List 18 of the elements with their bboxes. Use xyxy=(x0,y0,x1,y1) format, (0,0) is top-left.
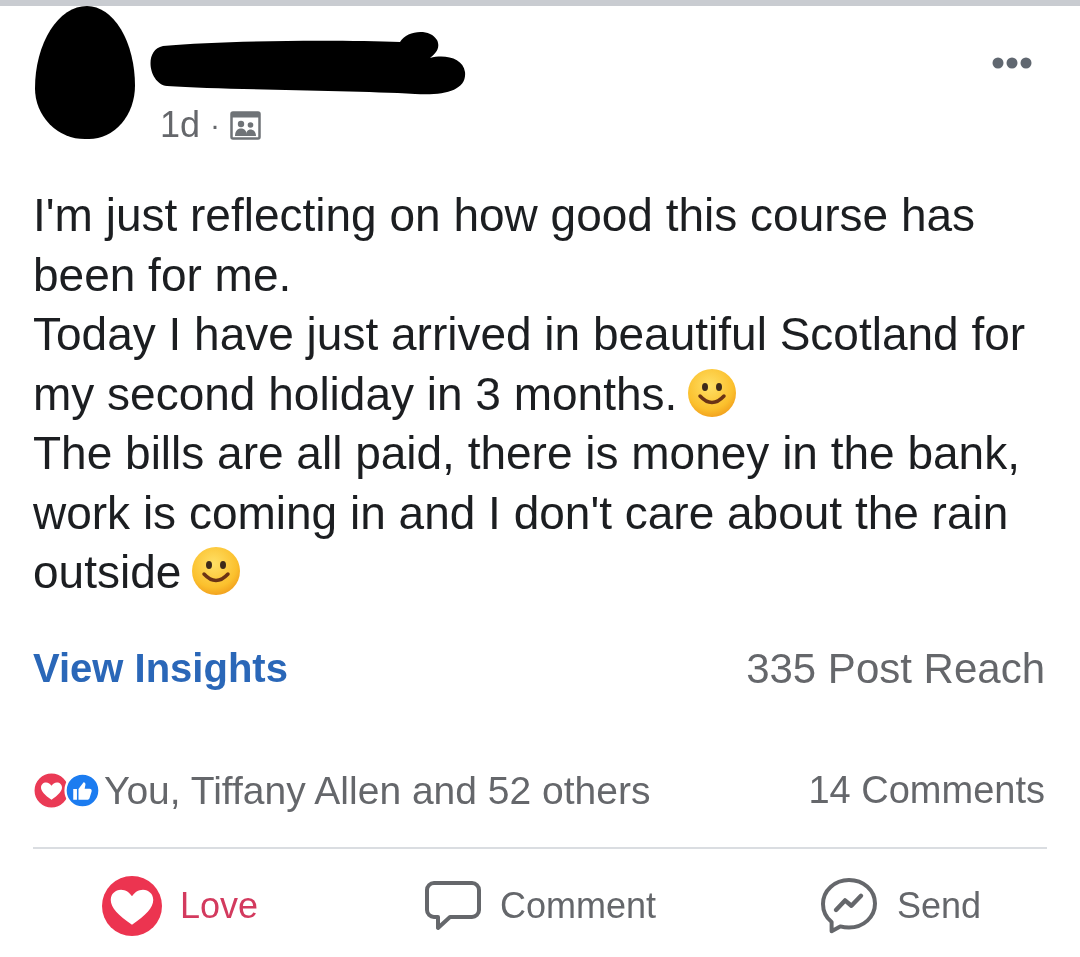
comment-button[interactable]: Comment xyxy=(421,874,658,937)
love-button[interactable]: Love xyxy=(99,871,261,940)
send-button[interactable]: Send xyxy=(816,871,984,940)
reactions-summary[interactable]: You, Tiffany Allen and 52 others xyxy=(104,768,651,813)
post-text: Today I have just arrived in beautiful Scotland for my second holiday in 3 months. xyxy=(33,308,1026,420)
comment-icon xyxy=(423,878,482,933)
post-reach: 335 Post Reach xyxy=(746,644,1045,693)
more-options-icon[interactable] xyxy=(992,56,1032,70)
post-time[interactable]: 1d xyxy=(160,109,201,141)
view-insights-link[interactable]: View Insights xyxy=(33,646,288,691)
people-frame-icon[interactable] xyxy=(230,110,262,140)
separator-dot: · xyxy=(210,109,221,141)
messenger-icon xyxy=(818,875,879,936)
heart-reaction-icon xyxy=(33,772,70,809)
post-text: I'm just reflecting on how good this course has been for me. xyxy=(33,189,976,301)
post-text: The bills are all paid, there is money in the bank, work is coming in and I don't care about the rain outside xyxy=(33,427,1020,598)
thumbs-up-icon xyxy=(64,772,101,809)
comments-count[interactable]: 14 Comments xyxy=(808,769,1045,812)
